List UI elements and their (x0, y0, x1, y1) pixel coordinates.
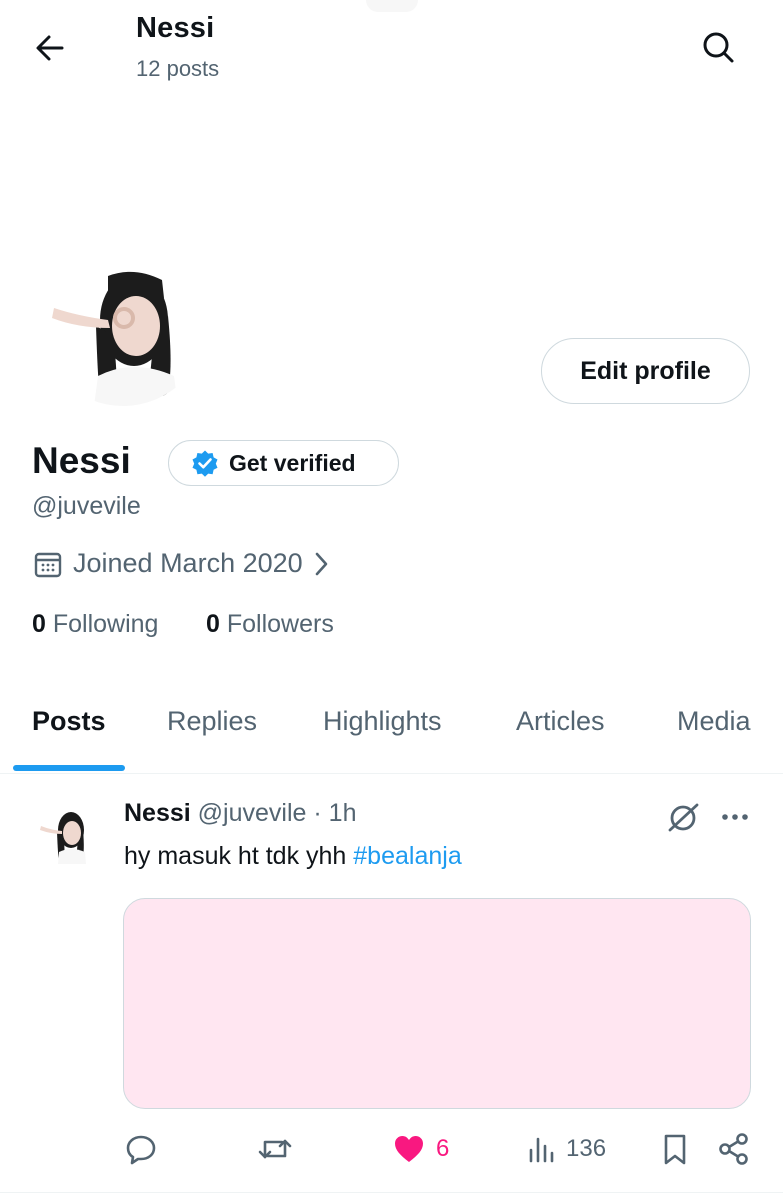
post-divider (0, 1192, 783, 1193)
followers-link[interactable]: 0 Followers (206, 610, 334, 639)
ellipsis-icon (722, 814, 748, 820)
views-count: 136 (566, 1135, 607, 1162)
edit-profile-button[interactable]: Edit profile (541, 338, 750, 404)
bookmark-icon (664, 1134, 686, 1165)
post-header: Nessi @juvevile · 1h (124, 799, 356, 828)
get-verified-button[interactable]: Get verified (168, 440, 399, 486)
post-media[interactable] (123, 898, 751, 1109)
views-button[interactable]: 136 (526, 1132, 606, 1166)
share-icon (719, 1133, 748, 1165)
avatar-photo (38, 236, 208, 406)
notch-strip (366, 0, 418, 12)
like-count: 6 (436, 1135, 450, 1162)
post-author-name[interactable]: Nessi (124, 799, 191, 827)
tab-divider (0, 773, 783, 774)
calendar-icon (34, 552, 62, 577)
header-posts-count: 12 posts (136, 56, 220, 81)
avatar[interactable] (38, 236, 208, 406)
following-link[interactable]: 0 Following (32, 610, 158, 639)
repost-button[interactable] (256, 1132, 294, 1166)
repost-icon (258, 1139, 292, 1159)
header-title: Nessi (136, 12, 215, 44)
bookmark-button[interactable] (660, 1132, 690, 1166)
grok-button[interactable] (664, 798, 702, 836)
like-button[interactable]: 6 (392, 1132, 449, 1166)
tab-highlights[interactable]: Highlights (323, 706, 442, 737)
post-avatar-photo (37, 802, 95, 864)
following-label: Following (52, 610, 159, 638)
back-button[interactable] (30, 28, 70, 68)
active-tab-indicator (13, 765, 125, 771)
post-time[interactable]: 1h (329, 799, 357, 827)
heart-filled-icon (395, 1136, 423, 1162)
search-button[interactable] (696, 26, 740, 70)
post-avatar[interactable] (37, 802, 95, 864)
tab-media[interactable]: Media (677, 706, 751, 737)
post-separator: · (313, 799, 322, 827)
tab-replies[interactable]: Replies (167, 706, 257, 737)
profile-handle: @juvevile (32, 492, 141, 520)
joined-date: Joined March 2020 (73, 548, 303, 578)
views-icon (529, 1137, 554, 1163)
tab-posts[interactable]: Posts (32, 706, 106, 737)
post-text: hy masuk ht tdk yhh #bealanja (124, 842, 462, 871)
reply-button[interactable] (124, 1132, 158, 1166)
post-author-handle[interactable]: @juvevile (198, 799, 307, 827)
get-verified-label: Get verified (229, 449, 356, 476)
following-count: 0 (32, 610, 46, 638)
chevron-right-icon (315, 552, 327, 575)
post-hashtag-link[interactable]: #bealanja (353, 842, 461, 870)
grok-icon (668, 803, 699, 832)
tab-articles[interactable]: Articles (516, 706, 605, 737)
joined-date-row[interactable]: Joined March 2020 (33, 548, 331, 579)
arrow-left-icon (36, 35, 64, 61)
share-button[interactable] (716, 1132, 752, 1166)
verified-badge-icon (192, 450, 218, 477)
followers-count: 0 (206, 610, 220, 638)
profile-name: Nessi (32, 440, 131, 481)
reply-icon (126, 1135, 156, 1165)
search-icon (703, 32, 734, 63)
followers-label: Followers (226, 610, 334, 638)
post-body: hy masuk ht tdk yhh (124, 842, 347, 870)
more-options-button[interactable] (716, 800, 754, 834)
